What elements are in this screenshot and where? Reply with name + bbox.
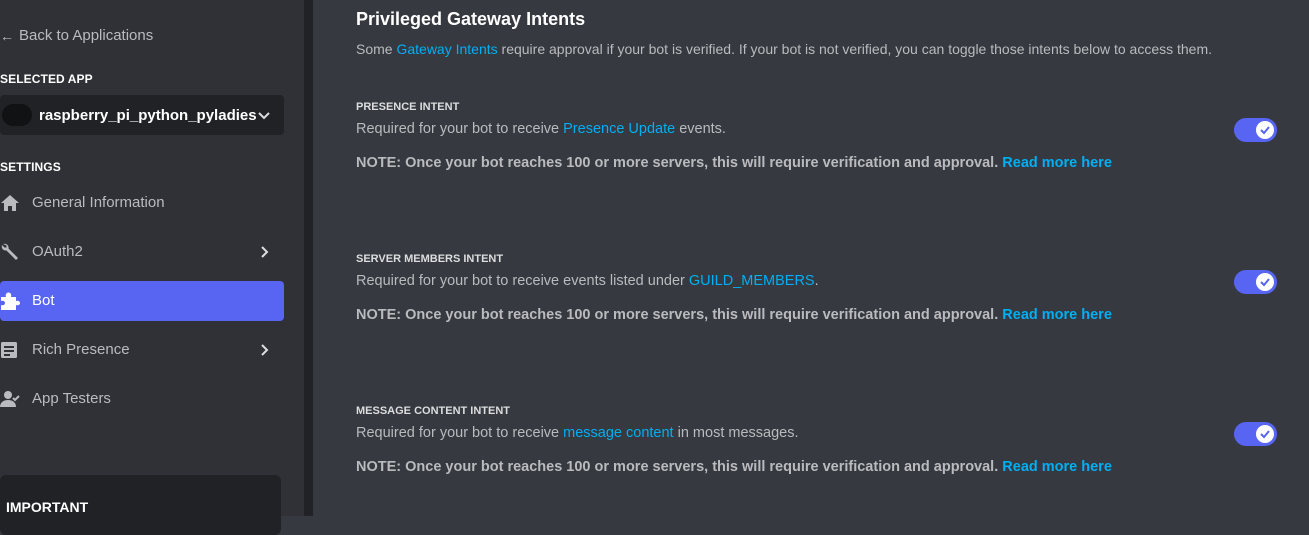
check-icon bbox=[1260, 430, 1270, 439]
intent-note-text: NOTE: Once your bot reaches 100 or more … bbox=[356, 155, 999, 171]
presence-intent-toggle[interactable] bbox=[1234, 118, 1277, 142]
app-name: raspberry_pi_python_pyladies bbox=[39, 106, 257, 124]
intent-description: Required for your bot to receive events … bbox=[356, 273, 819, 289]
description-text: require approval if your bot is verified… bbox=[497, 41, 1213, 57]
wrench-icon bbox=[1, 243, 19, 260]
intent-description: Required for your bot to receive message… bbox=[356, 425, 799, 441]
message-content-intent-section: MESSAGE CONTENT INTENT Required for your… bbox=[356, 405, 1277, 505]
check-icon bbox=[1260, 278, 1270, 287]
chevron-down-icon bbox=[258, 112, 270, 120]
home-icon bbox=[1, 195, 19, 211]
sidebar-scrollbar[interactable] bbox=[304, 0, 313, 516]
puzzle-icon bbox=[1, 292, 20, 310]
sidebar-item-label: Bot bbox=[32, 292, 55, 309]
sidebar-item-bot[interactable]: Bot bbox=[0, 281, 284, 321]
toggle-knob bbox=[1256, 425, 1274, 443]
gateway-intents-link[interactable]: Gateway Intents bbox=[396, 41, 497, 57]
intent-description-text: Required for your bot to receive bbox=[356, 425, 564, 441]
sidebar-item-label: General Information bbox=[32, 194, 165, 211]
arrow-left-icon: ← bbox=[0, 27, 14, 44]
important-label: IMPORTANT bbox=[6, 499, 89, 515]
check-icon bbox=[1260, 126, 1270, 135]
presence-intent-section: PRESENCE INTENT Required for your bot to… bbox=[356, 101, 1277, 201]
selected-app-label: SELECTED APP bbox=[0, 72, 93, 86]
description-text: Some bbox=[356, 41, 397, 57]
main-content: Privileged Gateway Intents Some Gateway … bbox=[313, 0, 1309, 516]
guild-members-link[interactable]: GUILD_MEMBERS bbox=[689, 273, 815, 289]
read-more-link[interactable]: Read more here bbox=[1002, 307, 1112, 323]
toggle-knob bbox=[1256, 121, 1274, 139]
sidebar-item-label: OAuth2 bbox=[32, 243, 83, 260]
sidebar-item-label: App Testers bbox=[32, 390, 111, 407]
sidebar: ← Back to Applications SELECTED APP rasp… bbox=[0, 0, 304, 535]
intent-note: NOTE: Once your bot reaches 100 or more … bbox=[356, 459, 1112, 475]
settings-label: SETTINGS bbox=[0, 160, 61, 174]
server-members-intent-toggle[interactable] bbox=[1234, 270, 1277, 294]
sidebar-item-general-information[interactable]: General Information bbox=[0, 183, 284, 223]
sidebar-item-label: Rich Presence bbox=[32, 341, 130, 358]
server-members-intent-section: SERVER MEMBERS INTENT Required for your … bbox=[356, 253, 1277, 353]
chevron-right-icon bbox=[261, 344, 269, 356]
app-avatar bbox=[2, 104, 32, 126]
intent-title: SERVER MEMBERS INTENT bbox=[356, 253, 504, 265]
page-description: Some Gateway Intents require approval if… bbox=[356, 41, 1212, 57]
intent-description-text: in most messages. bbox=[673, 425, 799, 441]
person-icon bbox=[0, 391, 20, 407]
intent-title: PRESENCE INTENT bbox=[356, 101, 460, 113]
intent-description-text: events. bbox=[675, 121, 726, 137]
read-more-link[interactable]: Read more here bbox=[1002, 459, 1112, 475]
page-title: Privileged Gateway Intents bbox=[356, 9, 586, 29]
intent-note-text: NOTE: Once your bot reaches 100 or more … bbox=[356, 307, 999, 323]
sidebar-item-app-testers[interactable]: App Testers bbox=[0, 379, 284, 419]
document-icon bbox=[1, 342, 17, 358]
intent-description-text: . bbox=[814, 273, 819, 289]
intent-note: NOTE: Once your bot reaches 100 or more … bbox=[356, 155, 1112, 171]
presence-update-link[interactable]: Presence Update bbox=[563, 121, 675, 137]
intent-title: MESSAGE CONTENT INTENT bbox=[356, 405, 511, 417]
intent-note-text: NOTE: Once your bot reaches 100 or more … bbox=[356, 459, 999, 475]
sidebar-item-rich-presence[interactable]: Rich Presence bbox=[0, 330, 284, 370]
back-link-label: Back to Applications bbox=[19, 27, 154, 44]
message-content-link[interactable]: message content bbox=[563, 425, 673, 441]
intent-description-text: Required for your bot to receive events … bbox=[356, 273, 689, 289]
toggle-knob bbox=[1256, 273, 1274, 291]
intent-description: Required for your bot to receive Presenc… bbox=[356, 121, 726, 137]
sidebar-item-oauth2[interactable]: OAuth2 bbox=[0, 232, 284, 272]
read-more-link[interactable]: Read more here bbox=[1002, 155, 1112, 171]
intent-description-text: Required for your bot to receive bbox=[356, 121, 564, 137]
app-selector-dropdown[interactable]: raspberry_pi_python_pyladies bbox=[0, 95, 284, 135]
chevron-right-icon bbox=[261, 246, 269, 258]
message-content-intent-toggle[interactable] bbox=[1234, 422, 1277, 446]
important-notice-box: IMPORTANT bbox=[0, 475, 281, 535]
back-to-applications-link[interactable]: ← Back to Applications bbox=[0, 27, 153, 44]
intent-note: NOTE: Once your bot reaches 100 or more … bbox=[356, 307, 1112, 323]
